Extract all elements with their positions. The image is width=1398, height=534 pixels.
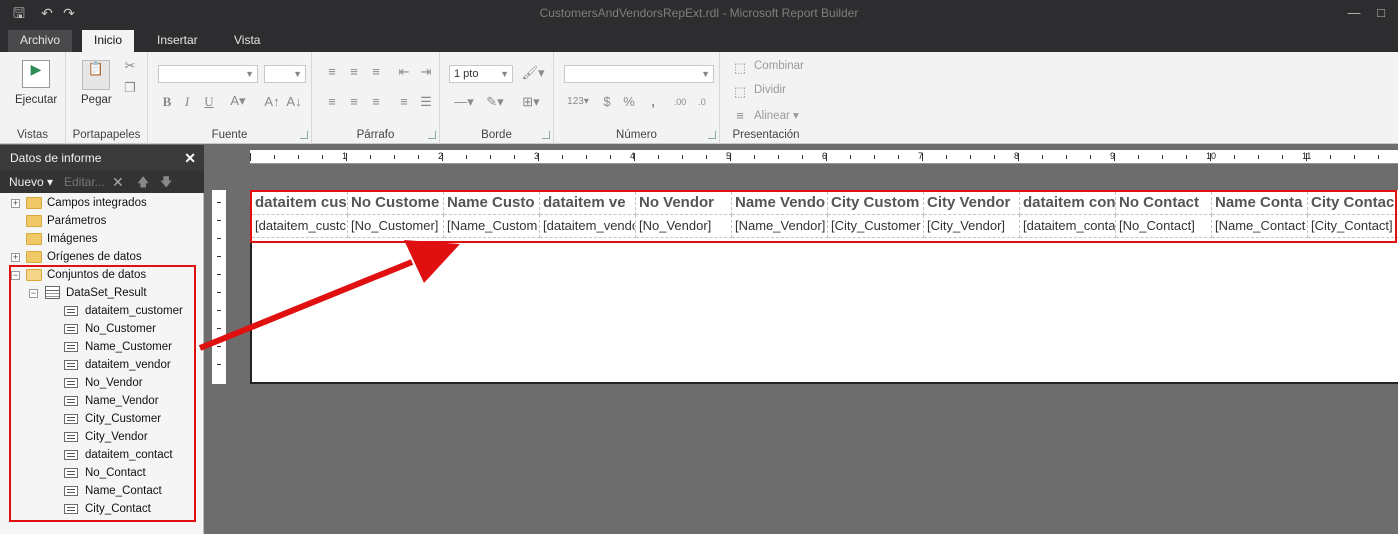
- arrow-head: [404, 240, 460, 283]
- annotation-arrow: [198, 240, 460, 351]
- arrow-shaft: [198, 259, 414, 351]
